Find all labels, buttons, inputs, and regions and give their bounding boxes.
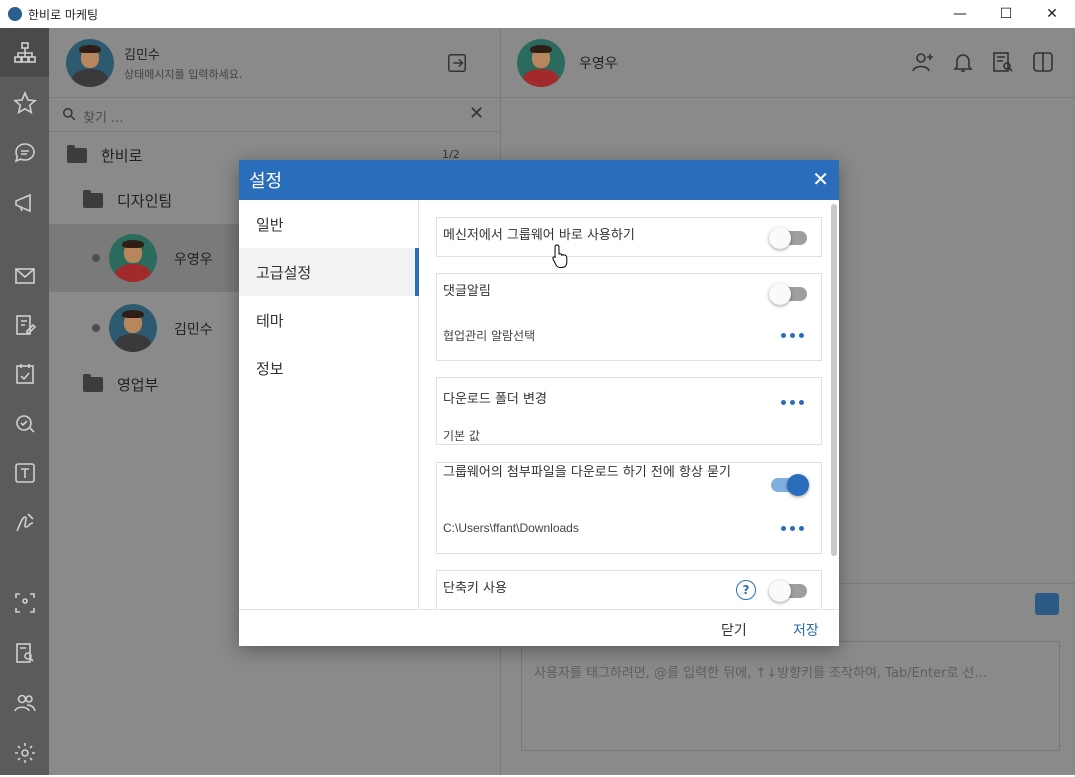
my-profile-header: 김민수 상태메시지를 입력하세요. [49,28,500,98]
more-options-icon[interactable] [781,526,804,531]
clear-search-icon[interactable]: ✕ [469,103,484,124]
setting-shortcut: 단축키 사용 ? [436,570,822,609]
scrollbar[interactable] [831,204,837,556]
setting-label: 단축키 사용 [443,581,507,596]
settings-content: 메신저에서 그룹웨어 바로 사용하기 댓글알림 협업관리 알람선택 다운로드 폴… [420,200,839,609]
folder-icon [67,144,87,163]
dialog-header: 설정 ✕ [239,160,839,200]
maximize-button[interactable]: ☐ [983,0,1029,28]
folder-icon [83,373,103,392]
users-group-icon[interactable] [0,678,49,727]
my-avatar[interactable] [66,39,114,87]
message-input[interactable]: 사용자를 태그하려면, @를 입력한 뒤에, ↑↓방향키를 조작하여, Tab/… [521,641,1060,751]
search-document-icon[interactable] [991,50,1017,76]
message-placeholder: 사용자를 태그하려면, @를 입력한 뒤에, ↑↓방향키를 조작하여, Tab/… [534,666,987,681]
settings-gear-icon[interactable] [0,728,49,777]
contact-avatar [109,304,157,352]
signature-pen-icon[interactable] [0,498,49,547]
close-dialog-icon[interactable]: ✕ [812,169,829,189]
approval-edit-icon[interactable] [0,300,49,349]
comment-alarm-toggle[interactable] [769,283,807,305]
tab-general[interactable]: 일반 [239,200,418,248]
tree-team-label: 디자인팀 [117,191,173,210]
status-message-input[interactable]: 상태메시지를 입력하세요. [124,66,242,82]
setting-ask-before-download: 그룹웨어의 첨부파일을 다운로드 하기 전에 항상 묻기 C:\Users\ff… [436,462,822,554]
tree-dept-label: 영업부 [117,375,159,394]
tab-advanced[interactable]: 고급설정 [239,248,419,296]
mail-icon[interactable] [0,251,49,300]
download-path: C:\Users\ffant\Downloads [443,521,579,535]
logout-icon[interactable] [446,52,470,76]
search-input[interactable]: 찾기 ... [83,107,123,126]
thumbs-up-icon[interactable] [1035,593,1059,615]
folder-icon [83,189,103,208]
setting-sublabel: 협업관리 알람선택 [443,329,536,343]
help-icon[interactable]: ? [736,580,756,600]
setting-label: 다운로드 폴더 변경 [443,392,547,407]
search-icon [63,108,76,121]
close-window-button[interactable]: ✕ [1029,0,1075,28]
bell-icon[interactable] [951,50,977,76]
contact-name: 김민수 [174,322,213,338]
title-bar: 한비로 마케팅 — ☐ ✕ [0,0,1075,28]
minimize-button[interactable]: — [937,0,983,28]
app-logo-icon [8,7,22,21]
setting-label: 메신저에서 그룹웨어 바로 사용하기 [443,228,635,243]
favorites-star-icon[interactable] [0,78,49,127]
setting-label: 댓글알림 [443,284,491,299]
hand-cursor-icon [552,244,568,268]
add-user-icon[interactable] [911,50,937,76]
tab-info[interactable]: 정보 [239,344,418,392]
megaphone-icon[interactable] [0,178,49,227]
close-button[interactable]: 닫기 [721,620,747,640]
more-options-icon[interactable] [781,400,804,405]
tree-root-label: 한비로 [101,146,143,165]
chat-partner-avatar[interactable] [517,39,565,87]
settings-tabs: 일반 고급설정 테마 정보 [239,200,419,609]
save-button[interactable]: 저장 [793,620,819,640]
setting-sublabel: 기본 값 [443,429,480,443]
contact-name: 우영우 [174,252,213,268]
contact-search[interactable]: 찾기 ... ✕ [49,98,500,132]
settings-dialog: 설정 ✕ 일반 고급설정 테마 정보 메신저에서 그룹웨어 바로 사용하기 댓글… [239,160,839,646]
window-title: 한비로 마케팅 [28,7,99,22]
ask-before-download-toggle[interactable] [771,474,809,496]
chat-header: 우영우 [501,28,1075,98]
text-template-icon[interactable] [0,448,49,497]
setting-comment-alarm: 댓글알림 협업관리 알람선택 [436,273,822,361]
contact-avatar [109,234,157,282]
setting-label: 그룹웨어의 첨부파일을 다운로드 하기 전에 항상 묻기 [443,465,731,480]
document-search-icon[interactable] [0,628,49,677]
groupware-toggle[interactable] [769,227,807,249]
setting-groupware: 메신저에서 그룹웨어 바로 사용하기 [436,217,822,257]
setting-download-folder: 다운로드 폴더 변경 기본 값 [436,377,822,445]
chat-partner-name: 우영우 [579,56,618,72]
shortcut-toggle[interactable] [769,580,807,602]
more-options-icon[interactable] [781,333,804,338]
screen-record-icon[interactable] [0,578,49,627]
org-chart-icon[interactable] [0,28,49,77]
task-check-icon[interactable] [0,398,49,447]
board-check-icon[interactable] [0,349,49,398]
my-name: 김민수 [124,48,160,63]
dialog-title: 설정 [249,171,283,192]
dialog-footer: 닫기 저장 [239,609,839,646]
left-nav [0,28,49,775]
split-panel-icon[interactable] [1031,50,1057,76]
chat-bubble-icon[interactable] [0,128,49,177]
tab-theme[interactable]: 테마 [239,296,418,344]
